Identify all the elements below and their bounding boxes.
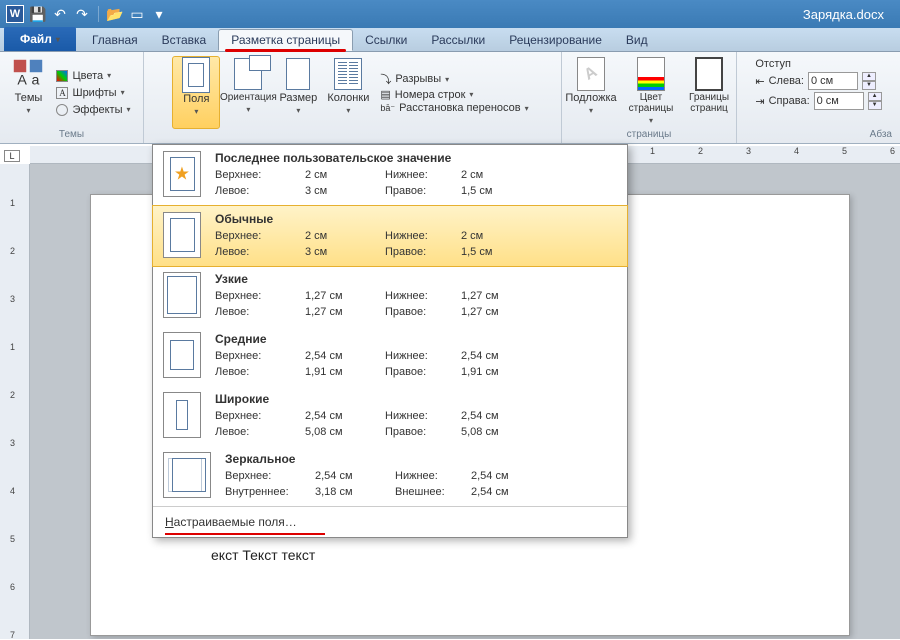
theme-fonts-button[interactable]: AШрифты▾ xyxy=(52,85,134,101)
indent-right-stepper[interactable]: ▲▼ xyxy=(868,92,882,110)
margins-button[interactable]: Поля▾ xyxy=(172,56,220,129)
columns-button[interactable]: Колонки▾ xyxy=(324,56,372,129)
qat-separator xyxy=(98,6,99,22)
indent-left-label: Слева: xyxy=(769,75,804,87)
orientation-icon xyxy=(232,58,264,90)
group-themes: Aa Темы ▾ Цвета▾ AШрифты▾ Эффекты▾ Темы xyxy=(0,52,144,143)
tab-view[interactable]: Вид xyxy=(614,29,660,51)
fonts-icon: A xyxy=(56,87,68,99)
theme-colors-button[interactable]: Цвета▾ xyxy=(52,68,134,84)
word-app-icon: W xyxy=(6,5,24,23)
margin-option-title: Обычные xyxy=(215,212,617,226)
page-borders-button[interactable]: Границы страниц xyxy=(683,56,735,129)
margin-thumb-icon xyxy=(163,392,201,438)
save-icon[interactable]: 💾 xyxy=(30,6,46,22)
watermark-icon xyxy=(575,58,607,90)
hyphenation-button[interactable]: bā⁻Расстановка переносов▾ xyxy=(380,102,528,114)
svg-text:A: A xyxy=(18,73,28,89)
tab-mailings[interactable]: Рассылки xyxy=(419,29,497,51)
columns-icon xyxy=(332,58,364,90)
breaks-button[interactable]: ⤵Разрывы▾ xyxy=(380,71,528,87)
page-borders-icon xyxy=(693,58,725,90)
margins-option[interactable]: СредниеВерхнее:2,54 смНижнее:2,54 смЛево… xyxy=(153,326,627,386)
tab-references[interactable]: Ссылки xyxy=(353,29,419,51)
new-doc-icon[interactable]: ▭ xyxy=(129,6,145,22)
indent-left-stepper[interactable]: ▲▼ xyxy=(862,72,876,90)
margin-thumb-icon xyxy=(163,332,201,378)
line-numbers-icon: ▤ xyxy=(380,88,390,101)
margins-option[interactable]: ШирокиеВерхнее:2,54 смНижнее:2,54 смЛево… xyxy=(153,386,627,446)
margin-option-title: Узкие xyxy=(215,272,617,286)
margin-thumb-icon xyxy=(163,452,211,498)
tab-insert[interactable]: Вставка xyxy=(150,29,219,51)
tab-home[interactable]: Главная xyxy=(80,29,150,51)
effects-icon xyxy=(56,104,68,116)
group-label-paragraph: Абза xyxy=(743,129,894,141)
size-icon xyxy=(282,58,314,90)
custom-margins-button[interactable]: Настраиваемые поля… xyxy=(153,506,627,537)
line-numbers-button[interactable]: ▤Номера строк▾ xyxy=(380,88,528,101)
document-title: Зарядка.docx xyxy=(803,7,894,22)
margin-thumb-icon xyxy=(163,272,201,318)
theme-effects-button[interactable]: Эффекты▾ xyxy=(52,102,134,118)
indent-right-icon: ⇥ xyxy=(755,95,764,108)
redo-icon[interactable]: ↷ xyxy=(74,6,90,22)
group-page-setup: Поля▾ Ориентация▾ Размер▾ Колонки▾ ⤵Разр… xyxy=(144,52,562,143)
svg-text:a: a xyxy=(32,73,40,89)
margin-thumb-icon: ★ xyxy=(163,151,201,197)
themes-label: Темы xyxy=(15,92,43,104)
margin-option-title: Средние xyxy=(215,332,617,346)
tab-stop-selector[interactable]: L xyxy=(4,150,20,162)
page-color-button[interactable]: Цвет страницы▾ xyxy=(623,56,679,129)
margins-icon xyxy=(180,59,212,91)
body-text[interactable]: екст Текст текст xyxy=(211,547,789,563)
margins-option[interactable]: УзкиеВерхнее:1,27 смНижнее:1,27 смЛевое:… xyxy=(153,266,627,326)
indent-right-input[interactable]: 0 см xyxy=(814,92,864,110)
title-bar: W 💾 ↶ ↷ 📂 ▭ ▾ Зарядка.docx xyxy=(0,0,900,28)
group-paragraph-indent: Отступ ⇤ Слева: 0 см ▲▼ ⇥ Справа: 0 см ▲… xyxy=(737,52,900,143)
indent-left-input[interactable]: 0 см xyxy=(808,72,858,90)
ribbon-tabs: Файл ▾ Главная Вставка Разметка страницы… xyxy=(0,28,900,52)
orientation-button[interactable]: Ориентация▾ xyxy=(224,56,272,129)
themes-button[interactable]: Aa Темы ▾ xyxy=(8,56,48,129)
group-label-page-bg: страницы xyxy=(627,129,672,141)
group-label-themes: Темы xyxy=(59,129,84,141)
tab-page-layout[interactable]: Разметка страницы xyxy=(218,29,353,51)
tab-file[interactable]: Файл ▾ xyxy=(4,27,76,51)
indent-title: Отступ xyxy=(755,58,881,70)
hyphenation-icon: bā⁻ xyxy=(380,103,395,114)
margins-option[interactable]: ОбычныеВерхнее:2 смНижнее:2 смЛевое:3 см… xyxy=(152,205,628,267)
colors-icon xyxy=(56,70,68,82)
group-page-background: Подложка▾ Цвет страницы▾ Границы страниц… xyxy=(562,52,737,143)
breaks-icon: ⤵ xyxy=(380,71,391,87)
vertical-ruler[interactable]: 1 2 3 1 2 3 4 5 6 7 xyxy=(0,164,30,639)
margins-option[interactable]: ★Последнее пользовательское значениеВерх… xyxy=(153,145,627,206)
margin-thumb-icon xyxy=(163,212,201,258)
tab-review[interactable]: Рецензирование xyxy=(497,29,614,51)
margin-option-title: Последнее пользовательское значение xyxy=(215,151,617,165)
open-folder-icon[interactable]: 📂 xyxy=(107,6,123,22)
margin-option-title: Зеркальное xyxy=(225,452,617,466)
indent-left-icon: ⇤ xyxy=(755,75,764,88)
size-button[interactable]: Размер▾ xyxy=(276,56,320,129)
margins-option[interactable]: ЗеркальноеВерхнее:2,54 смНижнее:2,54 смВ… xyxy=(153,446,627,506)
margin-option-title: Широкие xyxy=(215,392,617,406)
star-icon: ★ xyxy=(174,164,190,185)
margins-dropdown: ★Последнее пользовательское значениеВерх… xyxy=(152,144,628,538)
watermark-button[interactable]: Подложка▾ xyxy=(563,56,619,129)
themes-icon: Aa xyxy=(12,58,44,90)
quick-access-toolbar: 💾 ↶ ↷ 📂 ▭ ▾ xyxy=(30,6,167,22)
chevron-down-icon: ▾ xyxy=(26,106,30,115)
indent-right-label: Справа: xyxy=(769,95,810,107)
ribbon: Aa Темы ▾ Цвета▾ AШрифты▾ Эффекты▾ Темы … xyxy=(0,52,900,144)
page-color-icon xyxy=(635,58,667,90)
qat-more-icon[interactable]: ▾ xyxy=(151,6,167,22)
undo-icon[interactable]: ↶ xyxy=(52,6,68,22)
